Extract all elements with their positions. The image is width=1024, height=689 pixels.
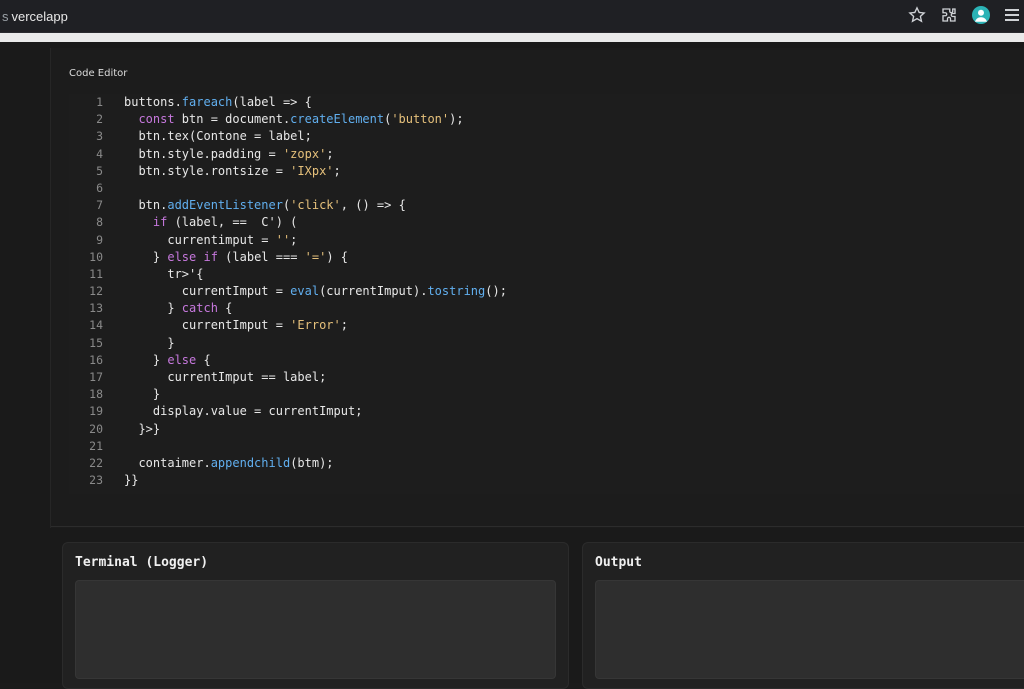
star-icon[interactable] (906, 4, 928, 26)
code-line[interactable]: 16 } else { (69, 352, 1024, 369)
code-line[interactable]: 15 } (69, 335, 1024, 352)
line-number: 20 (89, 421, 103, 436)
menu-icon[interactable] (1002, 4, 1024, 26)
line-number: 9 (96, 232, 103, 247)
line-number: 18 (89, 387, 103, 402)
code-line[interactable]: 21 (69, 438, 1024, 455)
code-line[interactable]: 18 } (69, 386, 1024, 403)
code-text: currentImput = 'Error'; (124, 318, 348, 333)
code-line[interactable]: 17 currentImput == label; (69, 369, 1024, 386)
profile-icon[interactable] (970, 4, 992, 26)
extensions-icon[interactable] (938, 4, 960, 26)
code-line[interactable]: 8 if (label, == C') ( (69, 214, 1024, 231)
line-number: 8 (96, 215, 103, 230)
line-number: 23 (89, 473, 103, 488)
page-top-strip (0, 33, 1024, 42)
line-number: 1 (96, 95, 103, 109)
code-text: if (label, == C') ( (152, 215, 298, 230)
line-number: 7 (96, 198, 103, 213)
line-number: 16 (89, 352, 103, 367)
line-number: 19 (89, 404, 103, 419)
line-number: 15 (89, 335, 103, 350)
code-line[interactable]: 23}} (69, 472, 1024, 489)
terminal-log-area[interactable] (75, 580, 556, 679)
app-page: Code Editor 1 buttons.fareach(label => { 2… (0, 42, 1024, 689)
browser-actions (906, 4, 1024, 26)
line-number: 5 (96, 163, 103, 178)
code-text: display.value = currentImput; (124, 404, 363, 419)
code-line[interactable]: 7 btn.addEventListener('click', () => { (69, 197, 1024, 214)
code-text: } else { (124, 352, 211, 367)
code-text: btn.style.rontsize = 'IXpx'; (124, 163, 341, 178)
code-text: }>} (124, 421, 161, 436)
code-text: currentimput = ''; (124, 232, 298, 247)
line-number: 21 (89, 438, 103, 453)
line-number: 3 (96, 129, 103, 144)
code-text: btn.style.padding = 'zopx'; (124, 146, 334, 161)
code-line[interactable]: 13 } catch { (69, 300, 1024, 317)
terminal-panel: Terminal (Logger) (62, 542, 569, 689)
code-line[interactable]: 2 const btn = document.createElement('bu… (69, 111, 1024, 128)
code-line[interactable]: 9 currentimput = ''; (69, 232, 1024, 249)
editor-title: Code Editor (69, 68, 128, 79)
code-area[interactable]: 1 buttons.fareach(label => { 2 const btn =… (69, 94, 1024, 494)
code-line[interactable]: 12 currentImput = eval(currentImput).tos… (69, 283, 1024, 300)
url-text: vercelapp (11, 8, 68, 24)
code-line[interactable]: 4 btn.style.padding = 'zopx'; (69, 146, 1024, 163)
line-number: 17 (89, 370, 103, 384)
code-line[interactable]: 19 display.value = currentImput; (69, 403, 1024, 420)
code-line[interactable]: 22 contaimer.appendchild(btm); (69, 455, 1024, 472)
url-prefix: s (2, 8, 9, 24)
output-title: Output (595, 555, 642, 570)
line-number: 2 (96, 112, 103, 127)
code-line[interactable]: 6 (69, 180, 1024, 197)
line-number: 13 (89, 301, 103, 316)
editor-divider (51, 526, 1024, 527)
code-text: } (124, 335, 175, 350)
line-number: 11 (89, 266, 103, 281)
code-line[interactable]: 5 btn.style.rontsize = 'IXpx'; (69, 163, 1024, 180)
browser-toolbar: s vercelapp (0, 0, 1024, 33)
code-text: const btn = document.createElement('butt… (138, 112, 464, 127)
line-number: 4 (96, 146, 103, 161)
output-panel: Output (582, 542, 1024, 689)
code-text: } else if (label === '=') { (124, 249, 349, 264)
terminal-title: Terminal (Logger) (75, 555, 209, 570)
line-number: 6 (96, 180, 103, 195)
code-text: }} (124, 473, 139, 488)
code-line[interactable]: 1 buttons.fareach(label => { (69, 94, 1024, 111)
line-number: 10 (89, 249, 103, 264)
code-text: btn.tex(Contone = label; (124, 129, 312, 144)
line-number: 12 (89, 284, 103, 299)
code-line[interactable]: 20 }>} (69, 421, 1024, 438)
code-line[interactable]: 3 btn.tex(Contone = label; (69, 128, 1024, 145)
code-editor-panel: Code Editor 1 buttons.fareach(label => { 2… (50, 48, 1024, 528)
line-number: 22 (89, 455, 103, 470)
code-text: buttons.fareach(label => { (124, 95, 312, 109)
code-text: currentImput == label; (124, 370, 327, 384)
line-number: 14 (89, 318, 103, 333)
output-area[interactable] (595, 580, 1024, 679)
address-bar[interactable]: s vercelapp (0, 6, 980, 26)
code-text: tr>'{ (124, 266, 204, 281)
code-line[interactable]: 10 } else if (label === '=') { (69, 249, 1024, 266)
code-text: contaimer.appendchild(btm); (124, 455, 334, 470)
code-text: btn.addEventListener('click', () => { (124, 198, 406, 213)
code-text: } (124, 387, 161, 402)
code-line[interactable]: 11 tr>'{ (69, 266, 1024, 283)
code-text: } catch { (124, 301, 233, 316)
code-line[interactable]: 14 currentImput = 'Error'; (69, 317, 1024, 334)
code-text: currentImput = eval(currentImput).tostri… (124, 284, 507, 299)
